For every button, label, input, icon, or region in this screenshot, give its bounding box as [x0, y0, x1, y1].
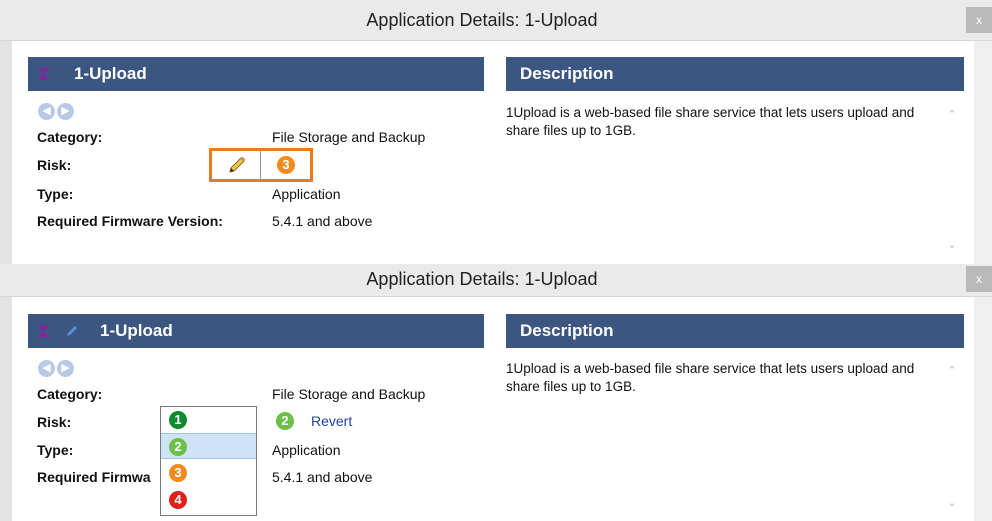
firmware-value: 5.4.1 and above [272, 213, 373, 229]
risk-label: Risk: [37, 414, 72, 430]
close-button[interactable]: x [966, 7, 992, 33]
back-arrow-icon[interactable]: ◀ [38, 103, 55, 120]
type-label: Type: [37, 442, 74, 458]
app-logo-icon [38, 68, 50, 80]
firmware-value: 5.4.1 and above [272, 469, 373, 485]
app-header: 1-Upload [28, 314, 484, 348]
category-value: File Storage and Backup [272, 129, 426, 145]
description-text: 1Upload is a web-based file share servic… [506, 361, 915, 394]
risk-edit-highlight: 3 [209, 148, 313, 182]
risk-option-4[interactable]: 4 [161, 487, 256, 513]
category-value: File Storage and Backup [272, 386, 426, 402]
revert-link[interactable]: Revert [311, 413, 352, 429]
firmware-label: Required Firmwa [37, 469, 151, 485]
panel-titlebar: Application Details: 1-Upload x [0, 264, 992, 297]
scroll-down-icon[interactable]: ⌄ [946, 240, 958, 251]
risk-label: Risk: [37, 157, 72, 173]
left-margin [0, 297, 12, 521]
close-button[interactable]: x [966, 266, 992, 292]
app-header: 1-Upload [28, 57, 484, 91]
type-value: Application [272, 442, 341, 458]
left-margin [0, 41, 12, 264]
risk-badge: 4 [169, 491, 187, 509]
app-name: 1-Upload [100, 321, 173, 340]
scroll-down-icon[interactable]: ⌄ [946, 498, 958, 509]
risk-dropdown[interactable]: 1 2 3 4 [160, 406, 257, 516]
risk-option-2[interactable]: 2 [161, 433, 256, 459]
current-risk-badge: 2 [276, 412, 294, 430]
app-logo-icon [38, 325, 50, 337]
type-label: Type: [37, 186, 74, 202]
description-scrollbar[interactable]: ⌃ ⌄ [942, 360, 962, 514]
application-details-panel-2: Application Details: 1-Upload x 1-Upload… [0, 264, 992, 521]
risk-option-1[interactable]: 1 [161, 407, 256, 433]
firmware-label: Required Firmware Version: [37, 213, 223, 229]
risk-edit-button[interactable] [212, 151, 261, 179]
application-details-panel-1: Application Details: 1-Upload x 1-Upload… [0, 0, 992, 264]
description-header: Description [506, 314, 964, 348]
panel-title: Application Details: 1-Upload [366, 269, 598, 289]
back-arrow-icon[interactable]: ◀ [38, 360, 55, 377]
risk-badge: 1 [169, 411, 187, 429]
forward-arrow-icon[interactable]: ▶ [57, 360, 74, 377]
category-label: Category: [37, 129, 103, 145]
type-value: Application [272, 186, 341, 202]
risk-option-3[interactable]: 3 [161, 460, 256, 486]
risk-badge: 2 [169, 438, 187, 456]
edit-pencil-icon[interactable] [64, 323, 80, 339]
category-label: Category: [37, 386, 103, 402]
scroll-up-icon[interactable]: ⌃ [946, 110, 958, 121]
nav-arrows: ◀ ▶ [38, 103, 74, 120]
description-header: Description [506, 57, 964, 91]
right-margin [974, 297, 992, 521]
app-name: 1-Upload [74, 64, 147, 83]
right-margin [974, 41, 992, 264]
forward-arrow-icon[interactable]: ▶ [57, 103, 74, 120]
description-text: 1Upload is a web-based file share servic… [506, 105, 915, 138]
risk-badge: 3 [169, 464, 187, 482]
risk-badge: 3 [277, 156, 295, 174]
scroll-up-icon[interactable]: ⌃ [946, 366, 958, 377]
description-scrollbar[interactable]: ⌃ ⌄ [942, 104, 962, 256]
nav-arrows: ◀ ▶ [38, 360, 74, 377]
pencil-icon [229, 156, 246, 173]
panel-titlebar: Application Details: 1-Upload x [0, 0, 992, 41]
panel-title: Application Details: 1-Upload [366, 10, 598, 30]
